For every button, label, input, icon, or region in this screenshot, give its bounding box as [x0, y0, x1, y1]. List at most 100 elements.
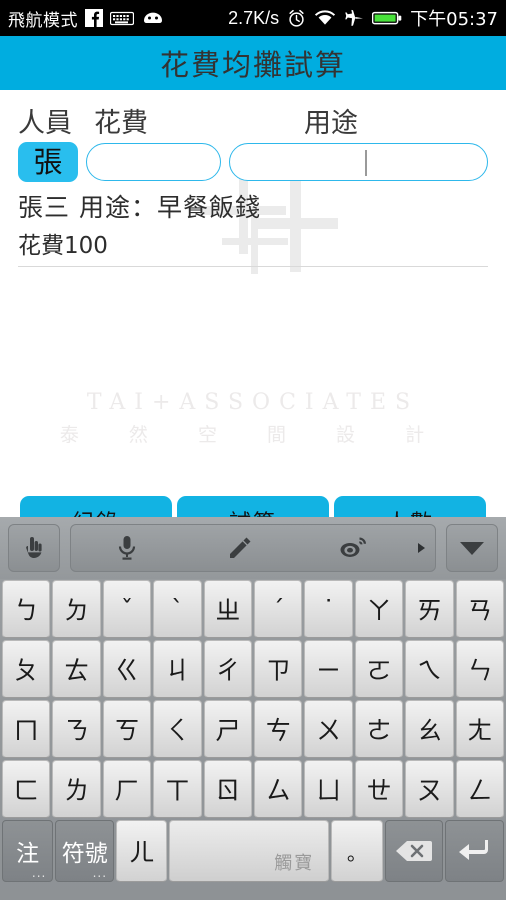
- symbol-label: 符號: [61, 841, 108, 867]
- symbol-key[interactable]: 符號 ...: [55, 820, 115, 882]
- key[interactable]: ㄗ: [254, 640, 303, 698]
- key[interactable]: ㄩ: [304, 760, 353, 818]
- keyboard-row-3: ㄇ ㄋ ㄎ ㄑ ㄕ ㄘ ㄨ ㄜ ㄠ ㄤ: [1, 699, 505, 759]
- key[interactable]: ㄨ: [304, 700, 353, 758]
- hand-pointer-icon[interactable]: [8, 524, 60, 572]
- key[interactable]: ˙: [304, 580, 353, 638]
- key[interactable]: ㄎ: [102, 700, 152, 758]
- key[interactable]: ㄇ: [2, 700, 51, 758]
- key[interactable]: ㄚ: [354, 580, 404, 638]
- keyboard-toolbar-strip: [70, 524, 436, 572]
- airplane-icon: [344, 9, 364, 27]
- status-bar: 飛航模式 2.7K/s 下午05:37: [0, 0, 506, 36]
- key[interactable]: ㄠ: [405, 700, 454, 758]
- key[interactable]: ㄡ: [405, 760, 454, 818]
- chevron-down-icon[interactable]: [446, 524, 498, 572]
- alarm-icon: [287, 9, 306, 28]
- key[interactable]: ㄖ: [203, 760, 253, 818]
- wifi-icon: [314, 9, 336, 27]
- key[interactable]: ˋ: [153, 580, 202, 638]
- key[interactable]: ㄍ: [102, 640, 152, 698]
- result-text-block: 張三 用途：早餐飯錢 花費100: [0, 182, 506, 260]
- battery-icon: [371, 10, 402, 26]
- key[interactable]: ㄙ: [254, 760, 303, 818]
- key[interactable]: ㄆ: [2, 640, 51, 698]
- key[interactable]: ㄢ: [455, 580, 505, 638]
- app-screen: 飛航模式 2.7K/s 下午05:37 花費均攤試算 TAI+ASSOCIATE…: [0, 0, 506, 900]
- keyboard-key-rows: ㄅ ㄉ ˇ ˋ ㄓ ˊ ˙ ㄚ ㄞ ㄢ ㄆ ㄊ ㄍ ㄐ ㄔ ㄗ ㄧ ㄛ ㄟ ㄣ …: [0, 579, 506, 883]
- key[interactable]: ㄥ: [455, 760, 505, 818]
- on-screen-keyboard: ㄅ ㄉ ˇ ˋ ㄓ ˊ ˙ ㄚ ㄞ ㄢ ㄆ ㄊ ㄍ ㄐ ㄔ ㄗ ㄧ ㄛ ㄟ ㄣ …: [0, 517, 506, 900]
- key[interactable]: ㄣ: [455, 640, 505, 698]
- main-content: TAI+ASSOCIATES 泰 然 空 間 設 計 人員 花費 用途 張 張三…: [0, 90, 506, 523]
- weibo-eye-icon[interactable]: [296, 535, 409, 561]
- keyboard-icon: [109, 11, 135, 26]
- key[interactable]: ㄈ: [2, 760, 51, 818]
- label-cost: 花費: [94, 108, 148, 139]
- space-brand-label: 觸寶: [274, 853, 315, 874]
- keyboard-row-bottom: 注 ... 符號 ... ㄦ 觸寶 。: [1, 819, 505, 883]
- facebook-icon: [85, 9, 103, 27]
- status-bar-right: 2.7K/s 下午05:37: [228, 5, 498, 31]
- clock-time-label: 下午05:37: [410, 9, 498, 30]
- label-person: 人員: [18, 108, 72, 139]
- keyboard-row-4: ㄈ ㄌ ㄏ ㄒ ㄖ ㄙ ㄩ ㄝ ㄡ ㄥ: [1, 759, 505, 819]
- result-line-person-use: 張三 用途：早餐飯錢: [18, 193, 261, 222]
- key[interactable]: ㄒ: [153, 760, 202, 818]
- key[interactable]: ㄛ: [354, 640, 404, 698]
- key[interactable]: ㄑ: [153, 700, 202, 758]
- key[interactable]: ㄅ: [2, 580, 51, 638]
- android-robot-icon: [141, 10, 165, 26]
- cost-input[interactable]: [87, 144, 220, 180]
- form-fields: 張: [18, 142, 488, 182]
- key[interactable]: ㄓ: [203, 580, 253, 638]
- text-cursor: [365, 150, 367, 176]
- label-use: 用途: [304, 108, 358, 139]
- microphone-icon[interactable]: [71, 534, 184, 562]
- triangle-right-icon[interactable]: [409, 542, 435, 554]
- person-selector-chip[interactable]: 張: [18, 142, 78, 182]
- form-labels: 人員 花費 用途: [18, 100, 488, 140]
- enter-return-icon[interactable]: [445, 820, 504, 882]
- keyboard-row-1: ㄅ ㄉ ˇ ˋ ㄓ ˊ ˙ ㄚ ㄞ ㄢ: [1, 579, 505, 639]
- input-mode-label: 注: [16, 841, 40, 867]
- backspace-icon[interactable]: [384, 820, 444, 882]
- network-speed-label: 2.7K/s: [228, 7, 280, 28]
- key[interactable]: ㄏ: [102, 760, 152, 818]
- er-key[interactable]: ㄦ: [116, 820, 168, 882]
- key[interactable]: ㄞ: [405, 580, 454, 638]
- key[interactable]: ㄊ: [52, 640, 101, 698]
- result-line-cost: 花費100: [18, 233, 108, 259]
- status-bar-left: 飛航模式: [8, 6, 165, 31]
- app-title-bar: 花費均攤試算: [0, 36, 506, 90]
- input-mode-key[interactable]: 注 ...: [2, 820, 54, 882]
- mode-more-dots: ...: [31, 866, 47, 880]
- key[interactable]: ˊ: [254, 580, 303, 638]
- page-title: 花費均攤試算: [159, 48, 346, 82]
- pencil-icon[interactable]: [184, 535, 297, 561]
- key[interactable]: ㄧ: [304, 640, 353, 698]
- key[interactable]: ㄕ: [203, 700, 253, 758]
- cost-input-wrapper[interactable]: [86, 143, 221, 181]
- key[interactable]: ㄘ: [254, 700, 303, 758]
- watermark-english: TAI+ASSOCIATES: [86, 390, 420, 415]
- key[interactable]: ㄔ: [203, 640, 253, 698]
- key[interactable]: ㄐ: [153, 640, 202, 698]
- key[interactable]: ㄋ: [52, 700, 101, 758]
- key[interactable]: ㄌ: [52, 760, 101, 818]
- key[interactable]: ㄉ: [52, 580, 101, 638]
- period-key[interactable]: 。: [331, 820, 383, 882]
- use-input-wrapper[interactable]: [229, 143, 488, 181]
- key[interactable]: ㄜ: [354, 700, 404, 758]
- key[interactable]: ㄟ: [405, 640, 454, 698]
- symbol-more-dots: ...: [92, 866, 108, 880]
- result-divider: [18, 266, 488, 267]
- key[interactable]: ㄤ: [455, 700, 505, 758]
- airplane-mode-label: 飛航模式: [8, 10, 78, 31]
- key[interactable]: ㄝ: [354, 760, 404, 818]
- key[interactable]: ˇ: [102, 580, 152, 638]
- entry-form: 人員 花費 用途 張: [0, 90, 506, 182]
- keyboard-toolbar: [0, 517, 506, 579]
- space-key[interactable]: 觸寶: [169, 820, 330, 882]
- keyboard-row-2: ㄆ ㄊ ㄍ ㄐ ㄔ ㄗ ㄧ ㄛ ㄟ ㄣ: [1, 639, 505, 699]
